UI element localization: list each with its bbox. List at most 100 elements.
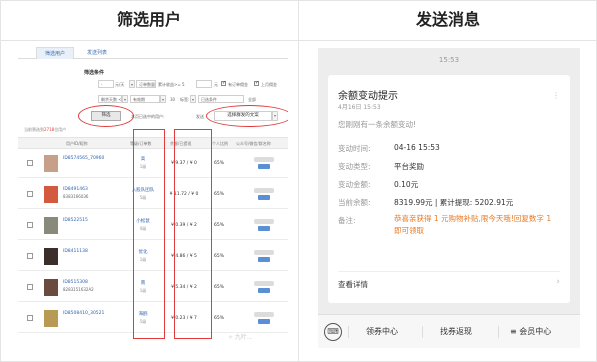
wechat-message-screenshot: 15:53 余额变动提示 4月16日 15:53 ⋮ 您刚刚有一条余额变动! 变… bbox=[318, 48, 580, 348]
user-name: 8383166036 bbox=[63, 194, 89, 199]
avatar bbox=[44, 155, 58, 172]
blurred-channel-name bbox=[254, 188, 274, 193]
channel-badge bbox=[258, 288, 270, 293]
tab-send-list[interactable]: 发送列表 bbox=[78, 47, 116, 59]
row-checkbox[interactable] bbox=[27, 315, 33, 321]
blurred-channel-name bbox=[254, 250, 274, 255]
column-divider bbox=[298, 0, 299, 362]
dropdown-arrow-icon[interactable]: ▾ bbox=[272, 111, 278, 121]
message-time: 15:53 bbox=[438, 56, 460, 64]
cumulative-input[interactable] bbox=[196, 80, 212, 88]
user-name: 8283151632A2 bbox=[63, 287, 94, 292]
avatar bbox=[44, 279, 58, 296]
chevron-right-icon: › bbox=[556, 277, 560, 287]
field-value: 04-16 15:53 bbox=[394, 143, 440, 152]
tab-filter-users[interactable]: 筛选用户 bbox=[36, 47, 74, 59]
user-ratio: 65% bbox=[214, 161, 225, 166]
col-user: 用户ID/昵称 bbox=[66, 141, 88, 146]
filter-button[interactable]: 筛选 bbox=[91, 111, 121, 121]
last-month-label: 上月佣金 bbox=[261, 82, 277, 87]
user-ratio: 65% bbox=[214, 254, 225, 259]
row-checkbox[interactable] bbox=[27, 160, 33, 166]
validity-value: 30 bbox=[170, 97, 176, 102]
count-value: 2718 bbox=[44, 127, 55, 132]
user-id[interactable]: ID8522515 bbox=[63, 218, 88, 223]
days-remaining-select[interactable]: 剩余天数 < bbox=[98, 95, 122, 103]
avatar bbox=[44, 217, 58, 234]
count-prefix: 当前筛选到 bbox=[24, 127, 44, 132]
message-title: 余额变动提示 bbox=[338, 91, 398, 102]
message-date: 4月16日 15:53 bbox=[338, 104, 381, 111]
field-label: 变动金额: bbox=[338, 180, 371, 189]
unit-label: 元/天 bbox=[115, 82, 125, 87]
field-label: 备注: bbox=[338, 216, 356, 225]
level-column-highlight bbox=[133, 129, 165, 339]
avatar bbox=[44, 186, 58, 203]
has-order-checkbox[interactable] bbox=[221, 80, 226, 86]
dropdown-arrow-icon[interactable]: ▾ bbox=[190, 95, 196, 103]
field-label: 变动类型: bbox=[338, 162, 371, 171]
keyboard-icon[interactable]: ⌨ bbox=[324, 323, 342, 341]
bottom-menu-bar: ⌨ 领券中心 找券返现 ≡ 会员中心 bbox=[318, 314, 580, 348]
field-value: 平台奖励 bbox=[394, 162, 424, 171]
choose-copy-button[interactable]: 选择群发的文案 bbox=[214, 111, 272, 121]
user-ratio: 65% bbox=[214, 223, 225, 228]
channel-badge bbox=[258, 195, 270, 200]
menu-divider bbox=[348, 326, 349, 338]
blurred-channel-name bbox=[254, 312, 274, 317]
last-month-checkbox[interactable] bbox=[254, 80, 259, 86]
yuan-label: 元 bbox=[214, 82, 218, 87]
field-value: 0.10元 bbox=[394, 180, 419, 189]
filter-hint: 本页已选中的用户: bbox=[131, 114, 165, 119]
row-checkbox[interactable] bbox=[27, 253, 33, 259]
col-channel: 公众号/微信/群名称 bbox=[236, 141, 271, 146]
template-message-card[interactable]: 余额变动提示 4月16日 15:53 ⋮ 您刚刚有一条余额变动! 变动时间: 0… bbox=[328, 75, 570, 303]
avatar bbox=[44, 248, 58, 265]
user-id[interactable]: ID8574565_70960 bbox=[63, 156, 104, 161]
view-details-link[interactable]: 查看详情 bbox=[338, 279, 368, 290]
all-option: 全部 bbox=[248, 97, 256, 102]
result-count: 当前筛选到2718位用户 bbox=[24, 127, 66, 133]
row-checkbox[interactable] bbox=[27, 284, 33, 290]
user-ratio: 65% bbox=[214, 285, 225, 290]
selected-conditions[interactable]: 已选条件 bbox=[198, 95, 244, 103]
col-ratio: 个人比例 bbox=[212, 141, 228, 146]
card-divider bbox=[338, 271, 560, 272]
blurred-channel-name bbox=[254, 281, 274, 286]
field-value: 8319.99元 | 累计提现: 5202.91元 bbox=[394, 198, 514, 207]
more-dots-icon[interactable]: ⋮ bbox=[552, 91, 560, 100]
min-input[interactable]: - bbox=[98, 80, 114, 88]
admin-filter-screenshot: 筛选用户 发送列表 筛选条件 - 元/天 ▾ 订单数量 累计收益>= 5 元 有… bbox=[18, 45, 288, 350]
has-order-label: 有订单佣金 bbox=[228, 82, 248, 87]
filter-section-title: 筛选条件 bbox=[84, 70, 105, 76]
validity-select[interactable]: 有效期 bbox=[130, 95, 160, 103]
order-count-select[interactable]: 订单数量 bbox=[136, 80, 156, 88]
menu-member-center[interactable]: ≡ 会员中心 bbox=[510, 326, 551, 337]
send-label: 发送 bbox=[196, 114, 204, 119]
menu-find-coupon[interactable]: 找券返现 bbox=[440, 326, 472, 337]
user-id[interactable]: ID8491463 bbox=[63, 187, 88, 192]
field-label: 当前余额: bbox=[338, 198, 371, 207]
tag-label: 标签: bbox=[180, 97, 190, 102]
cumulative-label: 累计收益>= 5 bbox=[158, 82, 185, 87]
remark-value: 恭喜亲获得 1 元购物补贴,限今天哦!回复数字 1 即可领取 bbox=[394, 214, 552, 235]
user-ratio: 65% bbox=[214, 192, 225, 197]
dropdown-arrow-icon[interactable]: ▾ bbox=[122, 95, 128, 103]
row-checkbox[interactable] bbox=[27, 191, 33, 197]
blurred-channel-name bbox=[254, 219, 274, 224]
user-id[interactable]: ID8515308 bbox=[63, 280, 88, 285]
avatar bbox=[44, 310, 58, 327]
menu-coupon-center[interactable]: 领券中心 bbox=[366, 326, 398, 337]
user-id[interactable]: ID8508410_30521 bbox=[63, 311, 104, 316]
channel-badge bbox=[258, 164, 270, 169]
header-divider bbox=[0, 40, 597, 41]
dropdown-arrow-icon[interactable]: ▾ bbox=[129, 80, 135, 88]
channel-badge bbox=[258, 319, 270, 324]
user-ratio: 65% bbox=[214, 316, 225, 321]
dropdown-arrow-icon[interactable]: ▾ bbox=[160, 95, 166, 103]
menu-divider bbox=[422, 326, 423, 338]
user-id[interactable]: ID8411138 bbox=[63, 249, 88, 254]
row-checkbox[interactable] bbox=[27, 222, 33, 228]
watermark: ✧ 九叶... bbox=[228, 334, 253, 341]
message-desc: 您刚刚有一条余额变动! bbox=[338, 120, 417, 129]
